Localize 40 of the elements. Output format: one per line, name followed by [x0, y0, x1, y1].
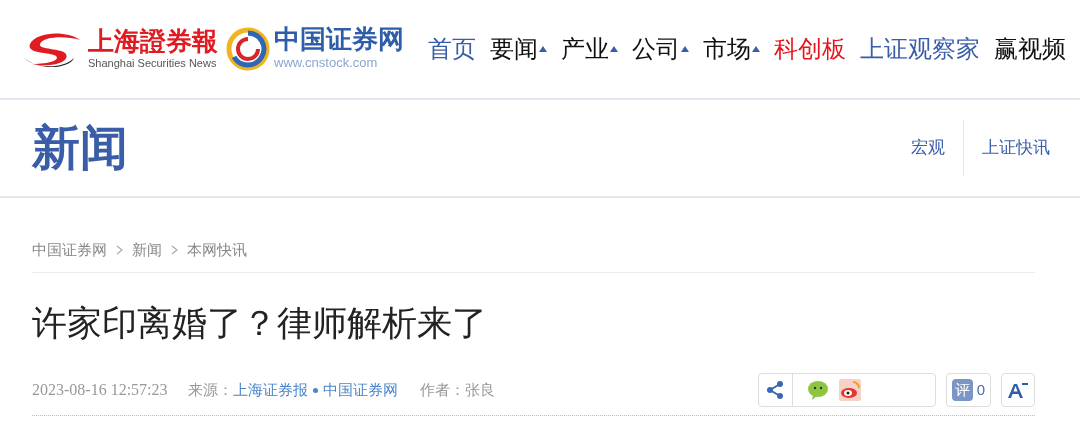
- font-size-icon: [1007, 381, 1029, 399]
- chevron-right-icon: [171, 245, 178, 255]
- nav-link[interactable]: 市场: [703, 31, 760, 67]
- source-link[interactable]: 上海证券报: [232, 378, 308, 402]
- source-link[interactable]: 中国证券网: [322, 378, 398, 402]
- caret-icon: [681, 46, 689, 52]
- comment-icon: 评: [951, 379, 973, 401]
- nav-link[interactable]: 首页: [428, 31, 476, 67]
- logo-title: 中国证券网: [274, 25, 404, 54]
- chevron-right-icon: [116, 245, 123, 255]
- font-size-button[interactable]: [1001, 373, 1035, 407]
- nav-link[interactable]: 科创板: [774, 31, 846, 67]
- comment-button[interactable]: 评 0: [945, 373, 991, 407]
- logo-subtitle: www.cnstock.com: [274, 54, 379, 73]
- nav-link[interactable]: 公司: [632, 31, 689, 67]
- caret-icon: [610, 46, 618, 52]
- author-label: 作者：: [419, 379, 465, 400]
- nav-link[interactable]: 要闻: [490, 31, 547, 67]
- logo-title: 上海證券報: [88, 26, 218, 55]
- breadcrumb-link[interactable]: 新闻: [132, 238, 162, 262]
- eye-logo-icon[interactable]: [838, 379, 861, 401]
- section-link[interactable]: 上证快讯: [963, 120, 1050, 176]
- logo-subtitle: Shanghai Securities News: [88, 55, 218, 71]
- caret-icon: [752, 46, 760, 52]
- caret-icon: [539, 46, 547, 52]
- breadcrumb-link[interactable]: 本网快讯: [187, 238, 247, 262]
- nav-link[interactable]: 产业: [561, 31, 618, 67]
- section-title: 新闻: [32, 120, 128, 176]
- nav-link[interactable]: 赢视频: [994, 31, 1066, 67]
- nav-link[interactable]: 上证观察家: [860, 31, 980, 67]
- comment-count: 0: [976, 379, 985, 400]
- author-name: 张良: [464, 379, 495, 400]
- breadcrumb-link[interactable]: 中国证券网: [32, 238, 107, 262]
- article-title: 许家印离婚了？律师解析来了: [32, 302, 488, 344]
- share-icon: [765, 380, 786, 400]
- separator-dot-icon: [312, 387, 318, 393]
- circle-logo-icon: [226, 27, 270, 71]
- publish-time: 2023-08-16 12:57:23: [32, 380, 168, 400]
- section-link[interactable]: 宏观: [893, 120, 963, 176]
- source-label: 来源：: [187, 379, 233, 400]
